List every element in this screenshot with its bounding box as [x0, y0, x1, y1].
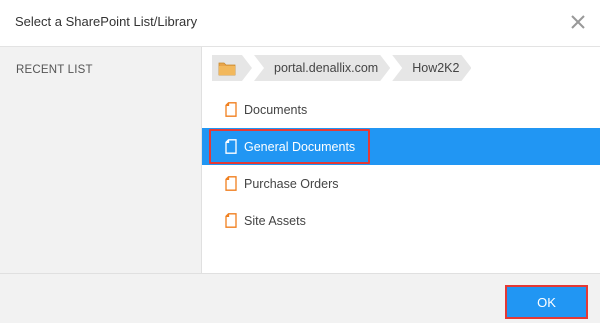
breadcrumb: portal.denallix.com How2K2 [212, 55, 471, 81]
select-list-dialog: Select a SharePoint List/Library RECENT … [0, 0, 600, 323]
breadcrumb-item-how2k2[interactable]: How2K2 [392, 55, 471, 81]
list-item-label: Documents [244, 102, 308, 117]
library-list: Documents General Documents Purchase Ord… [202, 91, 600, 239]
document-icon [225, 176, 237, 191]
dialog-title: Select a SharePoint List/Library [15, 14, 198, 29]
list-item-purchase-orders[interactable]: Purchase Orders [202, 165, 600, 202]
dialog-footer: OK [0, 273, 600, 323]
selection-highlight [209, 129, 370, 164]
ok-button[interactable]: OK [505, 285, 588, 319]
list-item-site-assets[interactable]: Site Assets [202, 202, 600, 239]
close-icon[interactable] [569, 13, 587, 31]
document-icon [225, 213, 237, 228]
breadcrumb-item-portal[interactable]: portal.denallix.com [254, 55, 390, 81]
document-icon [225, 102, 237, 117]
breadcrumb-home[interactable] [212, 55, 252, 81]
folder-icon [218, 61, 236, 76]
recent-list-label[interactable]: RECENT LIST [16, 64, 93, 76]
sidebar: RECENT LIST [0, 47, 202, 273]
list-item-general-documents[interactable]: General Documents [202, 128, 600, 165]
list-item-documents[interactable]: Documents [202, 91, 600, 128]
list-item-label: Site Assets [244, 213, 306, 228]
list-item-label: Purchase Orders [244, 176, 339, 191]
main-panel: portal.denallix.com How2K2 Documents Gen… [202, 47, 600, 273]
dialog-header: Select a SharePoint List/Library [0, 0, 600, 47]
